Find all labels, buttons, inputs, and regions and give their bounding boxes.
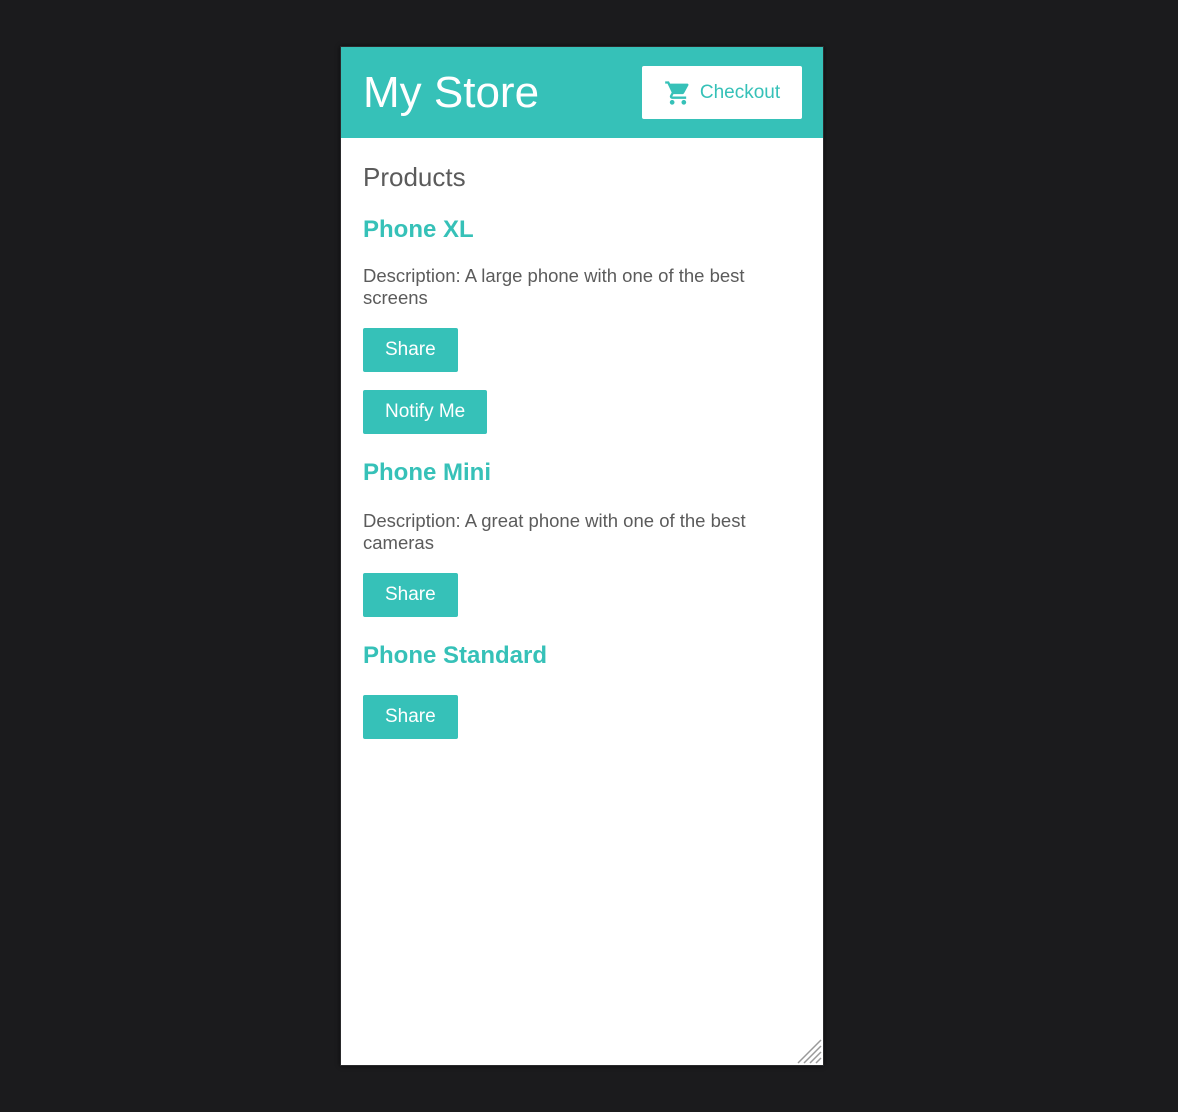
app-window: My Store Checkout Products Phone XL Desc…	[340, 46, 824, 1066]
cart-icon	[664, 79, 692, 107]
product-name-link[interactable]: Phone XL	[363, 215, 801, 245]
product-description: Description: A great phone with one of t…	[363, 510, 746, 553]
checkout-label: Checkout	[699, 81, 781, 103]
share-button[interactable]: Share	[363, 695, 458, 739]
resize-handle[interactable]	[796, 1038, 822, 1064]
checkout-button[interactable]: Checkout	[642, 66, 802, 119]
section-title: Products	[363, 162, 466, 192]
product-description: Description: A large phone with one of t…	[363, 265, 745, 308]
store-title-link[interactable]: My Store	[363, 67, 539, 119]
products-container: Products Phone XL Description: A large p…	[363, 138, 801, 739]
product-name-link[interactable]: Phone Standard	[363, 641, 801, 671]
notify-me-button[interactable]: Notify Me	[363, 390, 488, 434]
top-bar: My Store Checkout	[341, 47, 823, 138]
share-button[interactable]: Share	[363, 573, 458, 617]
product-name-link[interactable]: Phone Mini	[363, 458, 801, 488]
share-button[interactable]: Share	[363, 328, 458, 372]
